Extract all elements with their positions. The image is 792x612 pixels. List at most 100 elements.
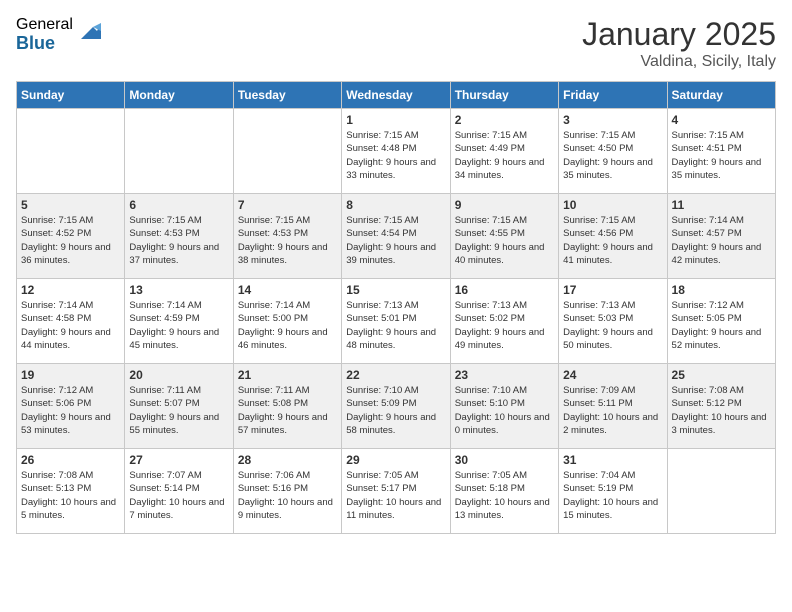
day-number: 15 [346, 283, 445, 297]
calendar-cell: 9 Sunrise: 7:15 AMSunset: 4:55 PMDaylight… [450, 194, 558, 279]
calendar-cell: 5 Sunrise: 7:15 AMSunset: 4:52 PMDaylight… [17, 194, 125, 279]
calendar-week-1: 5 Sunrise: 7:15 AMSunset: 4:52 PMDaylight… [17, 194, 776, 279]
cell-info: Sunrise: 7:15 AMSunset: 4:56 PMDaylight:… [563, 214, 662, 267]
day-number: 12 [21, 283, 120, 297]
day-number: 27 [129, 453, 228, 467]
weekday-header-row: SundayMondayTuesdayWednesdayThursdayFrid… [17, 82, 776, 109]
month-title: January 2025 [582, 16, 776, 53]
cell-info: Sunrise: 7:08 AMSunset: 5:13 PMDaylight:… [21, 469, 120, 522]
calendar-cell: 15Sunrise: 7:13 AMSunset: 5:01 PMDayligh… [342, 279, 450, 364]
day-number: 22 [346, 368, 445, 382]
cell-info: Sunrise: 7:15 AMSunset: 4:51 PMDaylight:… [672, 129, 771, 182]
weekday-thursday: Thursday [450, 82, 558, 109]
day-number: 28 [238, 453, 337, 467]
calendar-cell: 12 Sunrise: 7:14 AMSunset: 4:58 PMDayligh… [17, 279, 125, 364]
cell-info: Sunrise: 7:15 AMSunset: 4:48 PMDaylight:… [346, 129, 445, 182]
title-block: January 2025 Valdina, Sicily, Italy [582, 16, 776, 71]
calendar-cell: 24 Sunrise: 7:09 AMSunset: 5:11 PMDayligh… [559, 364, 667, 449]
day-number: 20 [129, 368, 228, 382]
cell-info: Sunrise: 7:15 AMSunset: 4:53 PMDaylight:… [238, 214, 337, 267]
calendar-cell: 3Sunrise: 7:15 AMSunset: 4:50 PMDaylight… [559, 109, 667, 194]
calendar-week-3: 19 Sunrise: 7:12 AMSunset: 5:06 PMDayligh… [17, 364, 776, 449]
weekday-tuesday: Tuesday [233, 82, 341, 109]
weekday-wednesday: Wednesday [342, 82, 450, 109]
cell-info: Sunrise: 7:05 AMSunset: 5:18 PMDaylight:… [455, 469, 554, 522]
calendar-cell: 14 Sunrise: 7:14 AMSunset: 5:00 PMDayligh… [233, 279, 341, 364]
calendar-cell: 7Sunrise: 7:15 AMSunset: 4:53 PMDaylight… [233, 194, 341, 279]
cell-info: Sunrise: 7:12 AMSunset: 5:06 PMDaylight:… [21, 384, 120, 437]
cell-info: Sunrise: 7:15 AMSunset: 4:55 PMDaylight:… [455, 214, 554, 267]
calendar-cell [17, 109, 125, 194]
day-number: 26 [21, 453, 120, 467]
calendar-body: 1 Sunrise: 7:15 AMSunset: 4:48 PMDaylight… [17, 109, 776, 534]
logo-icon [77, 19, 101, 43]
day-number: 2 [455, 113, 554, 127]
logo-general: General [16, 16, 73, 34]
day-number: 16 [455, 283, 554, 297]
day-number: 25 [672, 368, 771, 382]
calendar-cell: 31 Sunrise: 7:04 AMSunset: 5:19 PMDayligh… [559, 449, 667, 534]
location-title: Valdina, Sicily, Italy [582, 53, 776, 71]
calendar-cell: 10 Sunrise: 7:15 AMSunset: 4:56 PMDayligh… [559, 194, 667, 279]
cell-info: Sunrise: 7:05 AMSunset: 5:17 PMDaylight:… [346, 469, 445, 522]
day-number: 19 [21, 368, 120, 382]
day-number: 17 [563, 283, 662, 297]
day-number: 5 [21, 198, 120, 212]
calendar-cell: 23 Sunrise: 7:10 AMSunset: 5:10 PMDayligh… [450, 364, 558, 449]
calendar-cell: 29 Sunrise: 7:05 AMSunset: 5:17 PMDayligh… [342, 449, 450, 534]
day-number: 31 [563, 453, 662, 467]
calendar-cell: 11 Sunrise: 7:14 AMSunset: 4:57 PMDayligh… [667, 194, 775, 279]
weekday-sunday: Sunday [17, 82, 125, 109]
calendar-cell: 20Sunrise: 7:11 AMSunset: 5:07 PMDayligh… [125, 364, 233, 449]
cell-info: Sunrise: 7:12 AMSunset: 5:05 PMDaylight:… [672, 299, 771, 352]
calendar-cell: 8 Sunrise: 7:15 AMSunset: 4:54 PMDaylight… [342, 194, 450, 279]
day-number: 21 [238, 368, 337, 382]
calendar-cell: 4 Sunrise: 7:15 AMSunset: 4:51 PMDaylight… [667, 109, 775, 194]
cell-info: Sunrise: 7:04 AMSunset: 5:19 PMDaylight:… [563, 469, 662, 522]
cell-info: Sunrise: 7:09 AMSunset: 5:11 PMDaylight:… [563, 384, 662, 437]
calendar-cell: 16Sunrise: 7:13 AMSunset: 5:02 PMDayligh… [450, 279, 558, 364]
calendar-cell: 22 Sunrise: 7:10 AMSunset: 5:09 PMDayligh… [342, 364, 450, 449]
day-number: 3 [563, 113, 662, 127]
logo: General Blue [16, 16, 101, 53]
cell-info: Sunrise: 7:10 AMSunset: 5:10 PMDaylight:… [455, 384, 554, 437]
calendar-week-4: 26 Sunrise: 7:08 AMSunset: 5:13 PMDayligh… [17, 449, 776, 534]
weekday-monday: Monday [125, 82, 233, 109]
day-number: 8 [346, 198, 445, 212]
day-number: 18 [672, 283, 771, 297]
calendar-cell: 13Sunrise: 7:14 AMSunset: 4:59 PMDayligh… [125, 279, 233, 364]
calendar-week-2: 12 Sunrise: 7:14 AMSunset: 4:58 PMDayligh… [17, 279, 776, 364]
calendar-cell [233, 109, 341, 194]
calendar-cell: 27 Sunrise: 7:07 AMSunset: 5:14 PMDayligh… [125, 449, 233, 534]
cell-info: Sunrise: 7:11 AMSunset: 5:08 PMDaylight:… [238, 384, 337, 437]
cell-info: Sunrise: 7:15 AMSunset: 4:54 PMDaylight:… [346, 214, 445, 267]
day-number: 11 [672, 198, 771, 212]
calendar-cell: 1 Sunrise: 7:15 AMSunset: 4:48 PMDaylight… [342, 109, 450, 194]
calendar-table: SundayMondayTuesdayWednesdayThursdayFrid… [16, 81, 776, 534]
day-number: 14 [238, 283, 337, 297]
day-number: 1 [346, 113, 445, 127]
calendar-cell: 17Sunrise: 7:13 AMSunset: 5:03 PMDayligh… [559, 279, 667, 364]
day-number: 30 [455, 453, 554, 467]
cell-info: Sunrise: 7:15 AMSunset: 4:49 PMDaylight:… [455, 129, 554, 182]
cell-info: Sunrise: 7:15 AMSunset: 4:52 PMDaylight:… [21, 214, 120, 267]
day-number: 9 [455, 198, 554, 212]
cell-info: Sunrise: 7:15 AMSunset: 4:53 PMDaylight:… [129, 214, 228, 267]
calendar-cell: 28Sunrise: 7:06 AMSunset: 5:16 PMDayligh… [233, 449, 341, 534]
day-number: 10 [563, 198, 662, 212]
cell-info: Sunrise: 7:14 AMSunset: 4:57 PMDaylight:… [672, 214, 771, 267]
cell-info: Sunrise: 7:07 AMSunset: 5:14 PMDaylight:… [129, 469, 228, 522]
cell-info: Sunrise: 7:10 AMSunset: 5:09 PMDaylight:… [346, 384, 445, 437]
day-number: 4 [672, 113, 771, 127]
calendar-cell: 21 Sunrise: 7:11 AMSunset: 5:08 PMDayligh… [233, 364, 341, 449]
day-number: 24 [563, 368, 662, 382]
cell-info: Sunrise: 7:14 AMSunset: 5:00 PMDaylight:… [238, 299, 337, 352]
calendar-cell: 26 Sunrise: 7:08 AMSunset: 5:13 PMDayligh… [17, 449, 125, 534]
calendar-cell: 18 Sunrise: 7:12 AMSunset: 5:05 PMDayligh… [667, 279, 775, 364]
cell-info: Sunrise: 7:08 AMSunset: 5:12 PMDaylight:… [672, 384, 771, 437]
cell-info: Sunrise: 7:14 AMSunset: 4:58 PMDaylight:… [21, 299, 120, 352]
weekday-friday: Friday [559, 82, 667, 109]
day-number: 29 [346, 453, 445, 467]
day-number: 23 [455, 368, 554, 382]
calendar-cell [125, 109, 233, 194]
